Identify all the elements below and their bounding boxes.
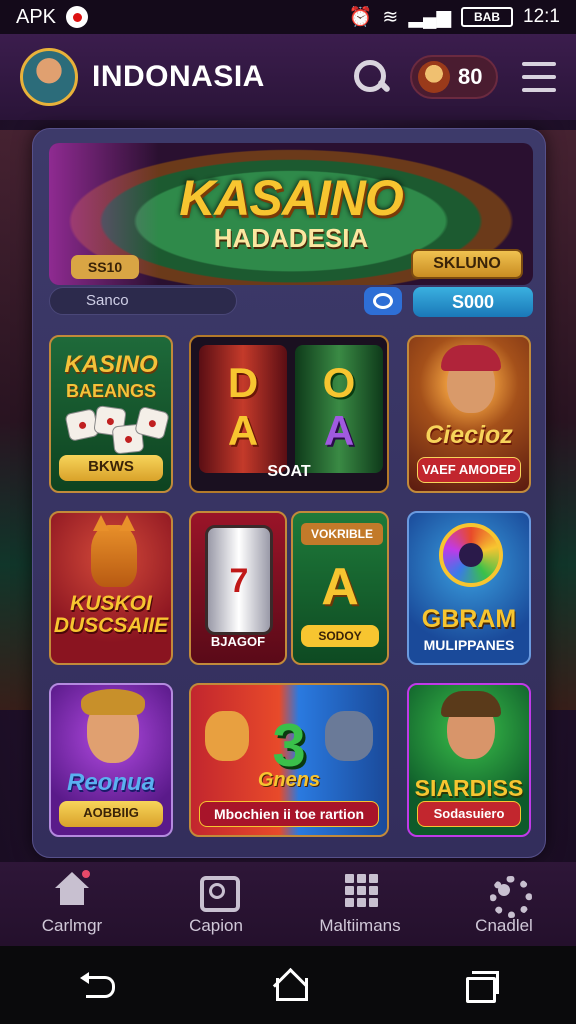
reel-symbol: O: [322, 359, 356, 406]
game-tile-siardiss[interactable]: SIARDISS Sodasuiero: [407, 683, 531, 837]
character-icon: [441, 345, 501, 413]
tile-play-button[interactable]: Sodasuiero: [417, 801, 521, 827]
nav-label: Maltiimans: [319, 916, 401, 935]
tile-script-title: Gnens: [257, 769, 321, 791]
banner-title: KASAINO: [179, 170, 404, 226]
slot-machine-icon: 7: [205, 525, 273, 635]
tile-label: BJAGOF: [210, 634, 266, 649]
menu-icon[interactable]: [522, 62, 556, 92]
game-tile-reonua[interactable]: Reonua AOBBIIG: [49, 683, 173, 837]
character-icon: [441, 691, 501, 759]
game-tile-slot-reels[interactable]: D A O A SOAT: [189, 335, 389, 493]
game-tile-slot-machine[interactable]: 7 BJAGOF: [189, 511, 287, 665]
game-tile-ciecioz[interactable]: Ciecioz VAEF AMODEP: [407, 335, 531, 493]
banner-chip-left[interactable]: SS10: [71, 255, 139, 279]
tile-play-button[interactable]: BKWS: [59, 455, 163, 481]
character-icon: [81, 689, 145, 763]
nav-label: Capion: [189, 916, 243, 935]
recent-apps-icon[interactable]: [464, 971, 499, 1003]
tile-play-button[interactable]: VAEF AMODEP: [417, 457, 521, 483]
camera-icon: [196, 872, 240, 912]
balance-badge[interactable]: S000: [413, 287, 533, 317]
home-button-icon[interactable]: [274, 970, 308, 1001]
search-icon[interactable]: [348, 55, 392, 99]
tile-title: Ciecioz: [425, 421, 513, 449]
reel-symbol: 7: [229, 562, 249, 600]
notification-icon: [66, 6, 89, 28]
nav-item-games[interactable]: Maltiimans: [288, 862, 432, 946]
fortune-wheel-icon: [439, 523, 503, 587]
coin-avatar-icon: [418, 61, 450, 93]
reel-symbol: A: [227, 407, 259, 454]
gear-icon: [484, 872, 532, 918]
game-tile-card-a[interactable]: VOKRIBLE A SODOY: [291, 511, 389, 665]
tile-play-button[interactable]: SODOY: [301, 625, 379, 647]
alarm-icon: ⏰: [348, 7, 373, 28]
tile-label: SOAT: [267, 463, 311, 480]
nav-item-camera[interactable]: Capion: [144, 862, 288, 946]
tile-subtitle: BAEANGS: [65, 381, 156, 401]
nav-item-settings[interactable]: Cnadlel: [432, 862, 576, 946]
game-tile-kasino[interactable]: KASINO BAEANGS BKWS: [49, 335, 173, 493]
tile-play-button[interactable]: Mbochien ii toe rartion: [199, 801, 379, 827]
tile-subtitle: MULIPPANES: [423, 637, 515, 653]
banner-chip-right[interactable]: SKLUNO: [411, 249, 523, 279]
coin-balance-value: 80: [458, 64, 483, 89]
home-icon: [52, 870, 92, 908]
cat-icon: [91, 515, 137, 587]
tile-title: SIARDISS: [414, 775, 524, 801]
search-input[interactable]: Sanco: [49, 287, 237, 315]
coin-balance[interactable]: 80: [410, 55, 498, 99]
avatar[interactable]: [20, 48, 78, 106]
reel-symbol: A: [323, 407, 355, 454]
wifi-icon: ≋: [382, 6, 399, 28]
search-row: Sanco S000: [49, 287, 533, 317]
bottom-nav: Carlmgr Capion Maltiimans Cnadlel: [0, 862, 576, 946]
hero-banner[interactable]: KASAINO HADADESIA SS10 SKLUNO: [49, 143, 533, 285]
signal-icon: ▂▄▆: [408, 6, 452, 28]
slot-reel: D A: [199, 345, 287, 473]
grid-icon: [340, 872, 380, 908]
nav-item-home[interactable]: Carlmgr: [0, 862, 144, 946]
tile-title: KUSKOI DUSCSAIIE: [53, 592, 169, 637]
tile-title: KASINO: [64, 351, 158, 378]
game-tile-gbram[interactable]: GBRAM MULIPPANES: [407, 511, 531, 665]
game-tile-kuskoi[interactable]: KUSKOI DUSCSAIIE: [49, 511, 173, 665]
system-nav-bar: [0, 946, 576, 1024]
tile-title: Reonua: [66, 769, 155, 796]
nav-label: Carlmgr: [41, 916, 103, 935]
reel-symbol: D: [227, 359, 259, 406]
slot-reel: O A: [295, 345, 383, 473]
tile-title: GBRAM: [421, 605, 517, 633]
nav-label: Cnadlel: [475, 916, 533, 935]
tile-play-button[interactable]: AOBBIIG: [59, 801, 163, 827]
battery-icon: BAB: [461, 7, 514, 27]
page-title: INDONASIA: [92, 60, 265, 93]
app-header: INDONASIA 80: [0, 34, 576, 120]
clock: 12:1: [523, 6, 560, 27]
game-panel: KASAINO HADADESIA SS10 SKLUNO Sanco S000…: [32, 128, 546, 858]
chat-button[interactable]: [364, 287, 402, 315]
tile-tag: VOKRIBLE: [301, 523, 383, 545]
app-screen: APK ⏰ ≋ ▂▄▆ BAB 12:1 INDONASIA 80 KASAIN…: [0, 0, 576, 1024]
tile-big-letter: A: [321, 558, 359, 616]
carrier-label: APK: [16, 5, 57, 28]
status-bar: APK ⏰ ≋ ▂▄▆ BAB 12:1: [0, 0, 576, 34]
game-tile-animals[interactable]: 3 Gnens Mbochien ii toe rartion: [189, 683, 389, 837]
back-icon[interactable]: [78, 972, 118, 998]
